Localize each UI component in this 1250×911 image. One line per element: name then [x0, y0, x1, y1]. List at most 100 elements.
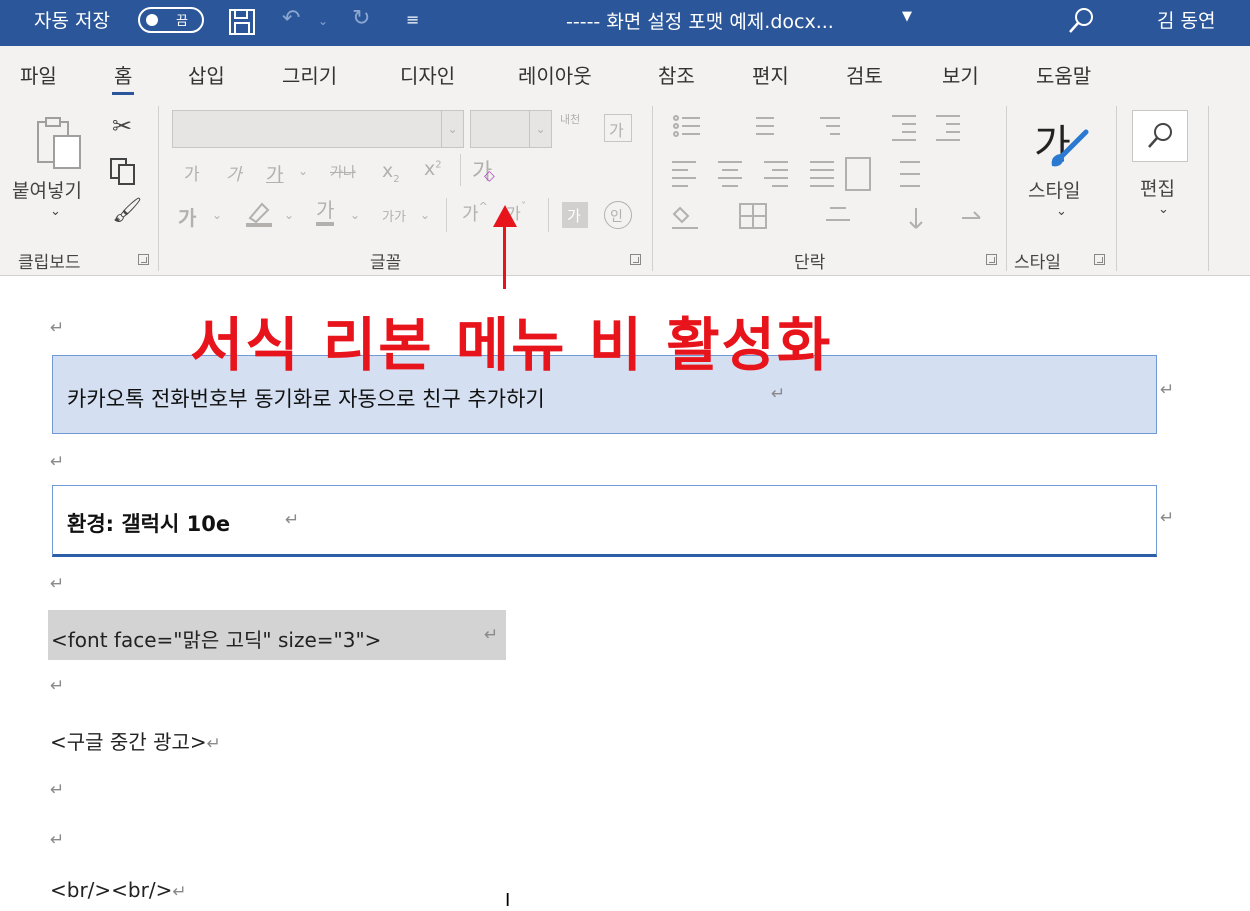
- heading-2-text: 환경: 갤럭시 10e: [67, 512, 231, 536]
- font-color-button[interactable]: 가: [316, 198, 335, 226]
- group-separator: [158, 106, 159, 271]
- group-separator: [1006, 106, 1007, 271]
- find-button[interactable]: [1132, 110, 1188, 162]
- paste-icon[interactable]: [32, 114, 88, 170]
- undo-dropdown-icon[interactable]: ⌄: [318, 14, 328, 28]
- autosave-label: 자동 저장: [34, 10, 110, 32]
- copy-icon[interactable]: [108, 156, 138, 186]
- paragraph-launcher-icon[interactable]: [986, 254, 997, 265]
- group-separator: [1208, 106, 1209, 271]
- chevron-down-icon[interactable]: ⌄: [212, 208, 222, 222]
- annotation-arrow: [503, 225, 506, 289]
- tab-mailings[interactable]: 편지: [752, 60, 789, 89]
- group-label-clipboard: 클립보드: [18, 253, 81, 273]
- underline-button[interactable]: 가: [266, 160, 283, 187]
- title-bar: 자동 저장 끔 ↶ ⌄ ↻ ≡ ----- 화면 설정 포맷 예제.docx..…: [0, 0, 1250, 46]
- heading-2-box[interactable]: 환경: 갤럭시 10e ↵: [52, 485, 1157, 557]
- chevron-down-icon[interactable]: ⌄: [284, 208, 294, 222]
- clipboard-launcher-icon[interactable]: [138, 254, 149, 265]
- toggle-knob: [146, 14, 158, 26]
- paragraph-mark: ↵: [771, 384, 786, 404]
- divider: [460, 154, 461, 186]
- grow-font-button[interactable]: 가^: [462, 200, 488, 226]
- grow-font-label: 내천: [560, 113, 581, 126]
- editing-button[interactable]: 편집: [1140, 174, 1175, 201]
- paragraph-mark: ↵: [1160, 508, 1175, 528]
- text-effects-button[interactable]: 가: [178, 202, 196, 231]
- save-icon[interactable]: [228, 8, 256, 36]
- paste-label[interactable]: 붙여넣기: [12, 176, 82, 203]
- tab-view[interactable]: 보기: [942, 60, 979, 89]
- paragraph-mark: ↵: [50, 452, 65, 472]
- annotation-label: 서식 리본 메뉴 비 활성화: [190, 311, 833, 379]
- tab-home[interactable]: 홈: [111, 60, 135, 95]
- autosave-toggle[interactable]: 끔: [138, 7, 204, 33]
- tab-help[interactable]: 도움말: [1036, 60, 1091, 89]
- br-tag-line[interactable]: <br/><br/>↵: [50, 878, 187, 902]
- paste-dropdown-icon[interactable]: ⌄: [50, 204, 61, 219]
- ad-tag-line[interactable]: <구글 중간 광고>↵: [50, 726, 221, 755]
- search-icon[interactable]: [1068, 6, 1096, 36]
- highlight-icon[interactable]: [244, 200, 274, 228]
- tab-file[interactable]: 파일: [20, 60, 57, 89]
- subscript-button[interactable]: x2: [382, 160, 400, 185]
- paragraph-mark: ↵: [285, 510, 300, 530]
- tab-references[interactable]: 참조: [658, 60, 695, 89]
- autosave-state: 끔: [176, 14, 188, 29]
- superscript-button[interactable]: x2: [424, 158, 442, 180]
- chevron-down-icon[interactable]: ⌄: [298, 164, 308, 178]
- strikethrough-button[interactable]: 가나: [330, 162, 356, 182]
- bold-button[interactable]: 가: [184, 160, 200, 185]
- tab-draw[interactable]: 그리기: [282, 60, 337, 89]
- ribbon-tabs: 파일 홈 삽입 그리기 디자인 레이아웃 참조 편지 검토 보기 도움말: [0, 46, 1250, 98]
- enclose-characters-button[interactable]: 인: [604, 201, 632, 229]
- redo-icon[interactable]: ↻: [352, 6, 370, 31]
- annotation-arrowhead: [493, 205, 517, 227]
- customize-icon[interactable]: ≡: [406, 10, 419, 29]
- cut-icon[interactable]: ✂: [112, 112, 132, 140]
- styles-launcher-icon[interactable]: [1094, 254, 1105, 265]
- tab-design[interactable]: 디자인: [400, 60, 455, 89]
- clear-formatting-button[interactable]: 가: [604, 114, 632, 142]
- tab-layout[interactable]: 레이아웃: [518, 60, 592, 89]
- chevron-down-icon[interactable]: ▼: [902, 9, 912, 24]
- chevron-down-icon[interactable]: ⌄: [1158, 202, 1169, 217]
- paragraph-mark: ↵: [50, 574, 65, 594]
- format-painter-icon[interactable]: 🖌: [112, 196, 142, 224]
- divider: [446, 198, 447, 232]
- tab-insert[interactable]: 삽입: [188, 60, 225, 89]
- font-size-combo[interactable]: ⌄: [470, 110, 552, 148]
- eraser-icon: ◇: [484, 168, 495, 184]
- br-tag-text: <br/><br/>: [50, 878, 173, 902]
- group-label-styles: 스타일: [1014, 253, 1061, 273]
- ad-tag-text: <구글 중간 광고>: [50, 730, 207, 754]
- user-name[interactable]: 김 동연: [1157, 6, 1215, 33]
- group-label-paragraph: 단락: [794, 253, 826, 273]
- chevron-down-icon[interactable]: ⌄: [1056, 204, 1067, 219]
- chevron-down-icon[interactable]: ⌄: [350, 208, 360, 222]
- group-label-font: 글꼴: [370, 253, 402, 273]
- change-case-button[interactable]: 가가: [382, 206, 406, 225]
- ribbon: 붙여넣기 ⌄ ✂ 🖌 클립보드 ⌄ ⌄ 내천 가 가 가 가 ⌄ 가나 x2 x…: [0, 98, 1250, 276]
- paragraph-mark: ↵: [172, 882, 187, 902]
- paragraph-mark: ↵: [484, 625, 499, 645]
- paragraph-mark: ↵: [50, 318, 65, 338]
- paragraph-mark: ↵: [50, 676, 65, 696]
- italic-button[interactable]: 가: [226, 160, 242, 185]
- font-launcher-icon[interactable]: [630, 254, 641, 265]
- chevron-down-icon[interactable]: ⌄: [420, 208, 430, 222]
- paragraph-mark: ↵: [206, 734, 221, 754]
- undo-icon[interactable]: ↶: [282, 6, 300, 31]
- character-shading-button[interactable]: 가: [562, 202, 588, 228]
- font-name-combo[interactable]: ⌄: [172, 110, 464, 148]
- chevron-down-icon[interactable]: ⌄: [529, 111, 551, 147]
- paintbrush-icon: [1051, 129, 1089, 167]
- paragraph-controls-icon[interactable]: [670, 112, 1000, 232]
- chevron-down-icon[interactable]: ⌄: [441, 111, 463, 147]
- search-icon: [1148, 123, 1172, 148]
- tab-review[interactable]: 검토: [846, 60, 883, 89]
- group-separator: [652, 106, 653, 271]
- group-separator: [1116, 106, 1117, 271]
- font-tag-line[interactable]: <font face="맑은 고딕" size="3"> ↵: [48, 610, 506, 660]
- styles-button[interactable]: 스타일: [1028, 176, 1080, 203]
